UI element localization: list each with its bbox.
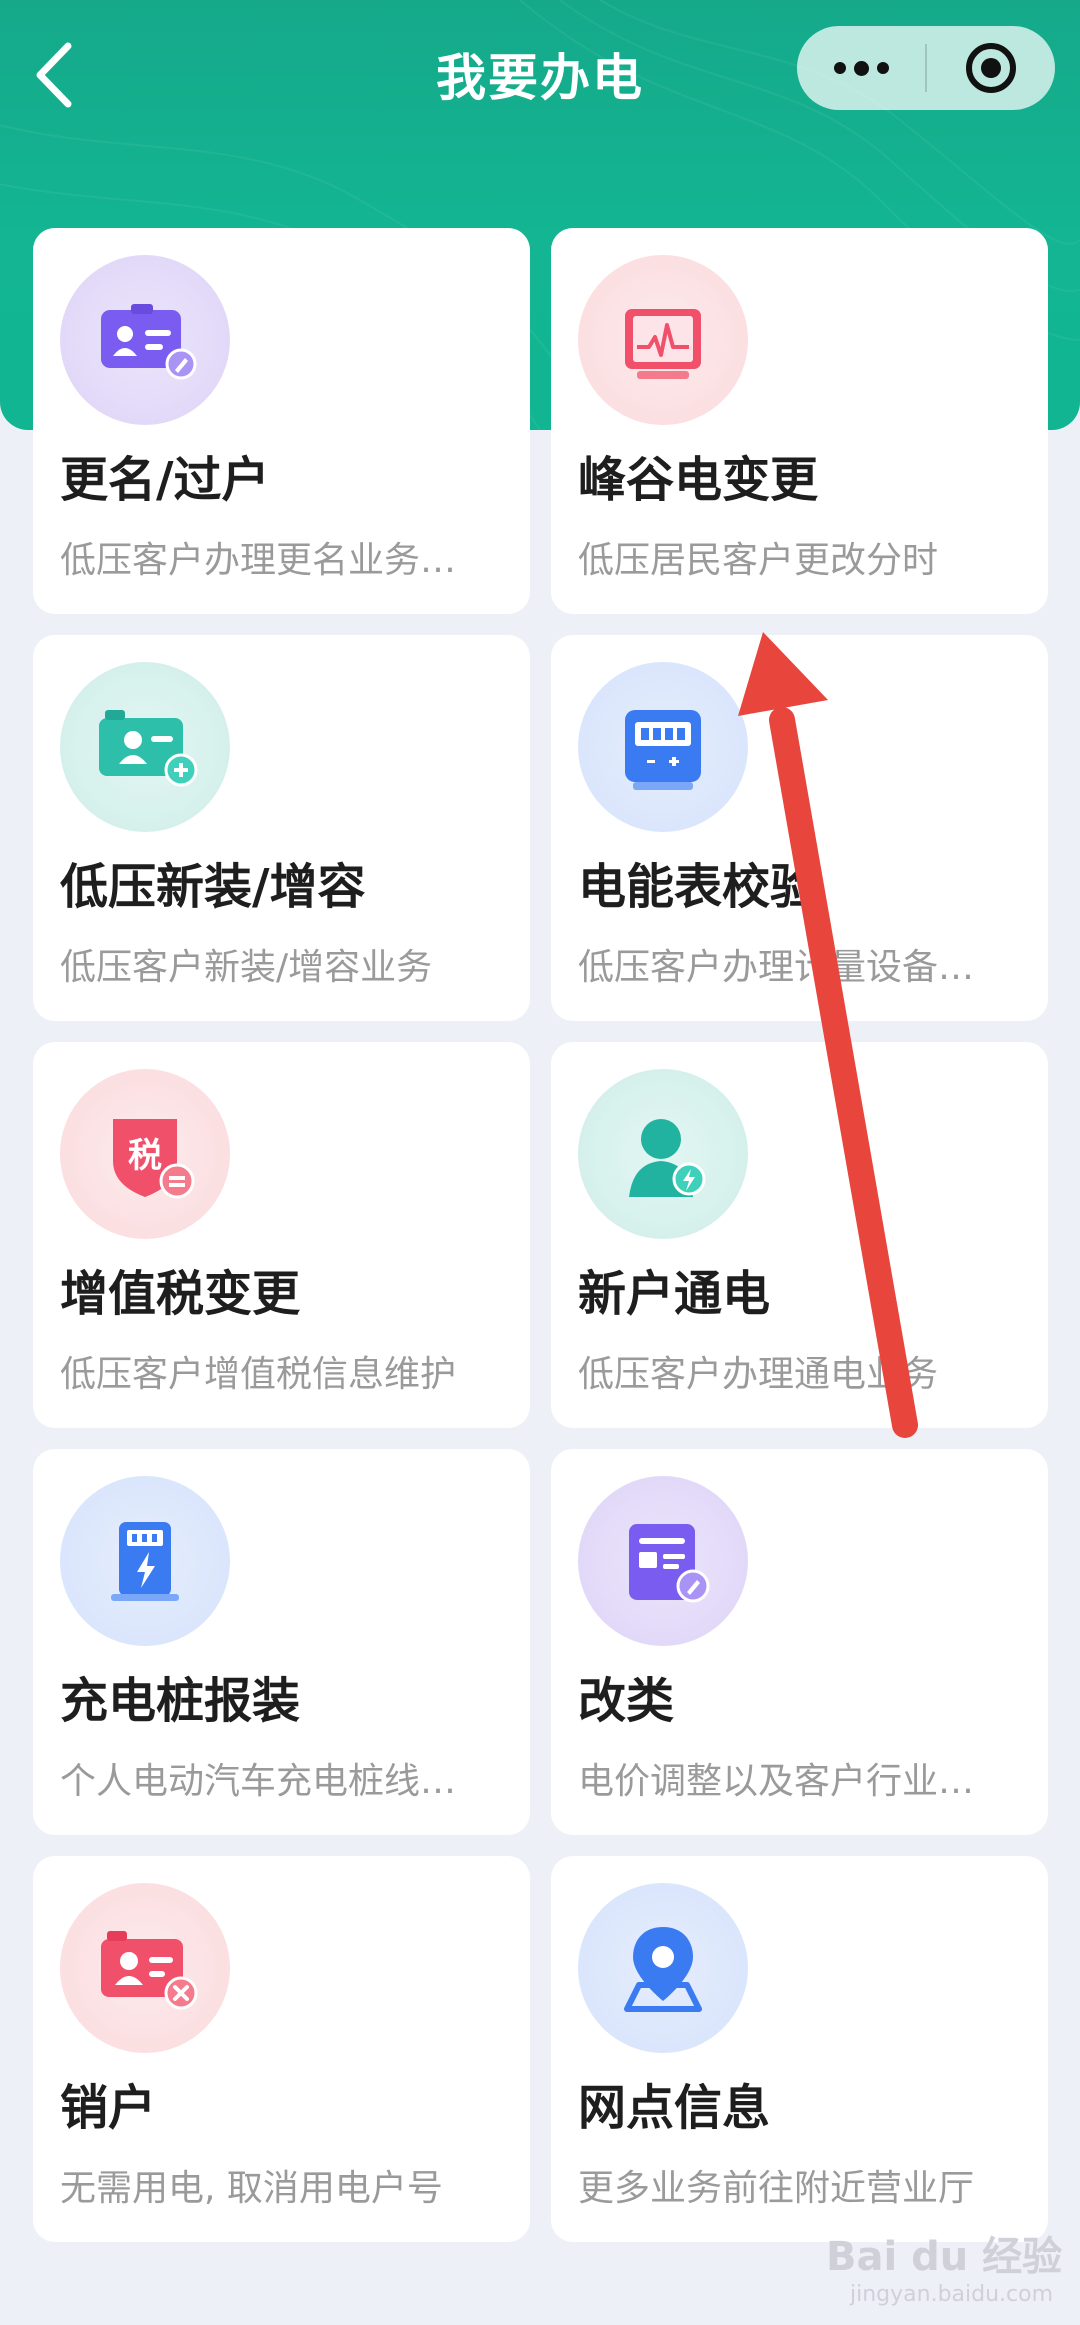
document-edit-icon bbox=[578, 1476, 748, 1646]
service-description: 更多业务前往附近营业厅 bbox=[578, 2168, 975, 2209]
baidu-watermark-url: jingyan.baidu.com bbox=[850, 2282, 1054, 2307]
service-description: 低压居民客户更改分时 bbox=[578, 540, 939, 581]
service-name: 网点信息 bbox=[578, 2080, 771, 2136]
service-card-new-install[interactable]: 低压新装/增容 低压客户新装/增容业务 bbox=[33, 635, 530, 1021]
service-description: 低压客户新装/增容业务 bbox=[60, 947, 433, 988]
service-description: 个人电动汽车充电桩线… bbox=[60, 1761, 457, 1802]
service-card-meter-check[interactable]: 电能表校验 低压客户办理计量设备… bbox=[551, 635, 1048, 1021]
service-name: 改类 bbox=[578, 1673, 675, 1729]
user-bolt-icon bbox=[578, 1069, 748, 1239]
service-name: 峰谷电变更 bbox=[578, 452, 819, 508]
target-circle-icon bbox=[966, 43, 1016, 93]
service-name: 销户 bbox=[60, 2080, 157, 2136]
monitor-pulse-icon bbox=[578, 255, 748, 425]
service-description: 低压客户办理通电业务 bbox=[578, 1354, 939, 1395]
id-card-edit-icon bbox=[60, 255, 230, 425]
service-name: 充电桩报装 bbox=[60, 1673, 301, 1729]
electric-meter-icon bbox=[578, 662, 748, 832]
service-description: 电价调整以及客户行业… bbox=[578, 1761, 975, 1802]
service-name: 增值税变更 bbox=[60, 1266, 301, 1322]
service-description: 低压客户增值税信息维护 bbox=[60, 1354, 457, 1395]
svg-text:税: 税 bbox=[128, 1136, 162, 1176]
service-name: 更名/过户 bbox=[60, 452, 270, 508]
service-card-close-account[interactable]: 销户 无需用电, 取消用电户号 bbox=[33, 1856, 530, 2242]
service-description: 低压客户办理计量设备… bbox=[578, 947, 975, 988]
service-name: 低压新装/增容 bbox=[60, 859, 366, 915]
map-pin-icon bbox=[578, 1883, 748, 2053]
tax-shield-icon: 税 bbox=[60, 1069, 230, 1239]
more-button[interactable] bbox=[797, 26, 925, 110]
service-description: 低压客户办理更名业务… bbox=[60, 540, 457, 581]
service-card-peak-valley[interactable]: 峰谷电变更 低压居民客户更改分时 bbox=[551, 228, 1048, 614]
service-card-new-power[interactable]: 新户通电 低压客户办理通电业务 bbox=[551, 1042, 1048, 1428]
service-name: 电能表校验 bbox=[578, 859, 819, 915]
service-name: 新户通电 bbox=[578, 1266, 771, 1322]
charging-pile-icon bbox=[60, 1476, 230, 1646]
mini-program-capsule bbox=[797, 26, 1055, 110]
service-description: 无需用电, 取消用电户号 bbox=[60, 2168, 443, 2209]
service-card-vat-change[interactable]: 税 增值税变更 低压客户增值税信息维护 bbox=[33, 1042, 530, 1428]
service-card-charging-pile[interactable]: 充电桩报装 个人电动汽车充电桩线… bbox=[33, 1449, 530, 1835]
more-dots-icon bbox=[830, 60, 893, 76]
id-card-add-icon bbox=[60, 662, 230, 832]
close-button[interactable] bbox=[927, 26, 1055, 110]
id-card-remove-icon bbox=[60, 1883, 230, 2053]
service-card-rename[interactable]: 更名/过户 低压客户办理更名业务… bbox=[33, 228, 530, 614]
service-card-outlet-info[interactable]: 网点信息 更多业务前往附近营业厅 bbox=[551, 1856, 1048, 2242]
baidu-watermark: Bai du 经验 bbox=[826, 2234, 1063, 2280]
service-grid: 更名/过户 低压客户办理更名业务… 峰谷电变更 低压居民客户更改分时 低压新装/… bbox=[33, 228, 1048, 2242]
service-card-reclassify[interactable]: 改类 电价调整以及客户行业… bbox=[551, 1449, 1048, 1835]
